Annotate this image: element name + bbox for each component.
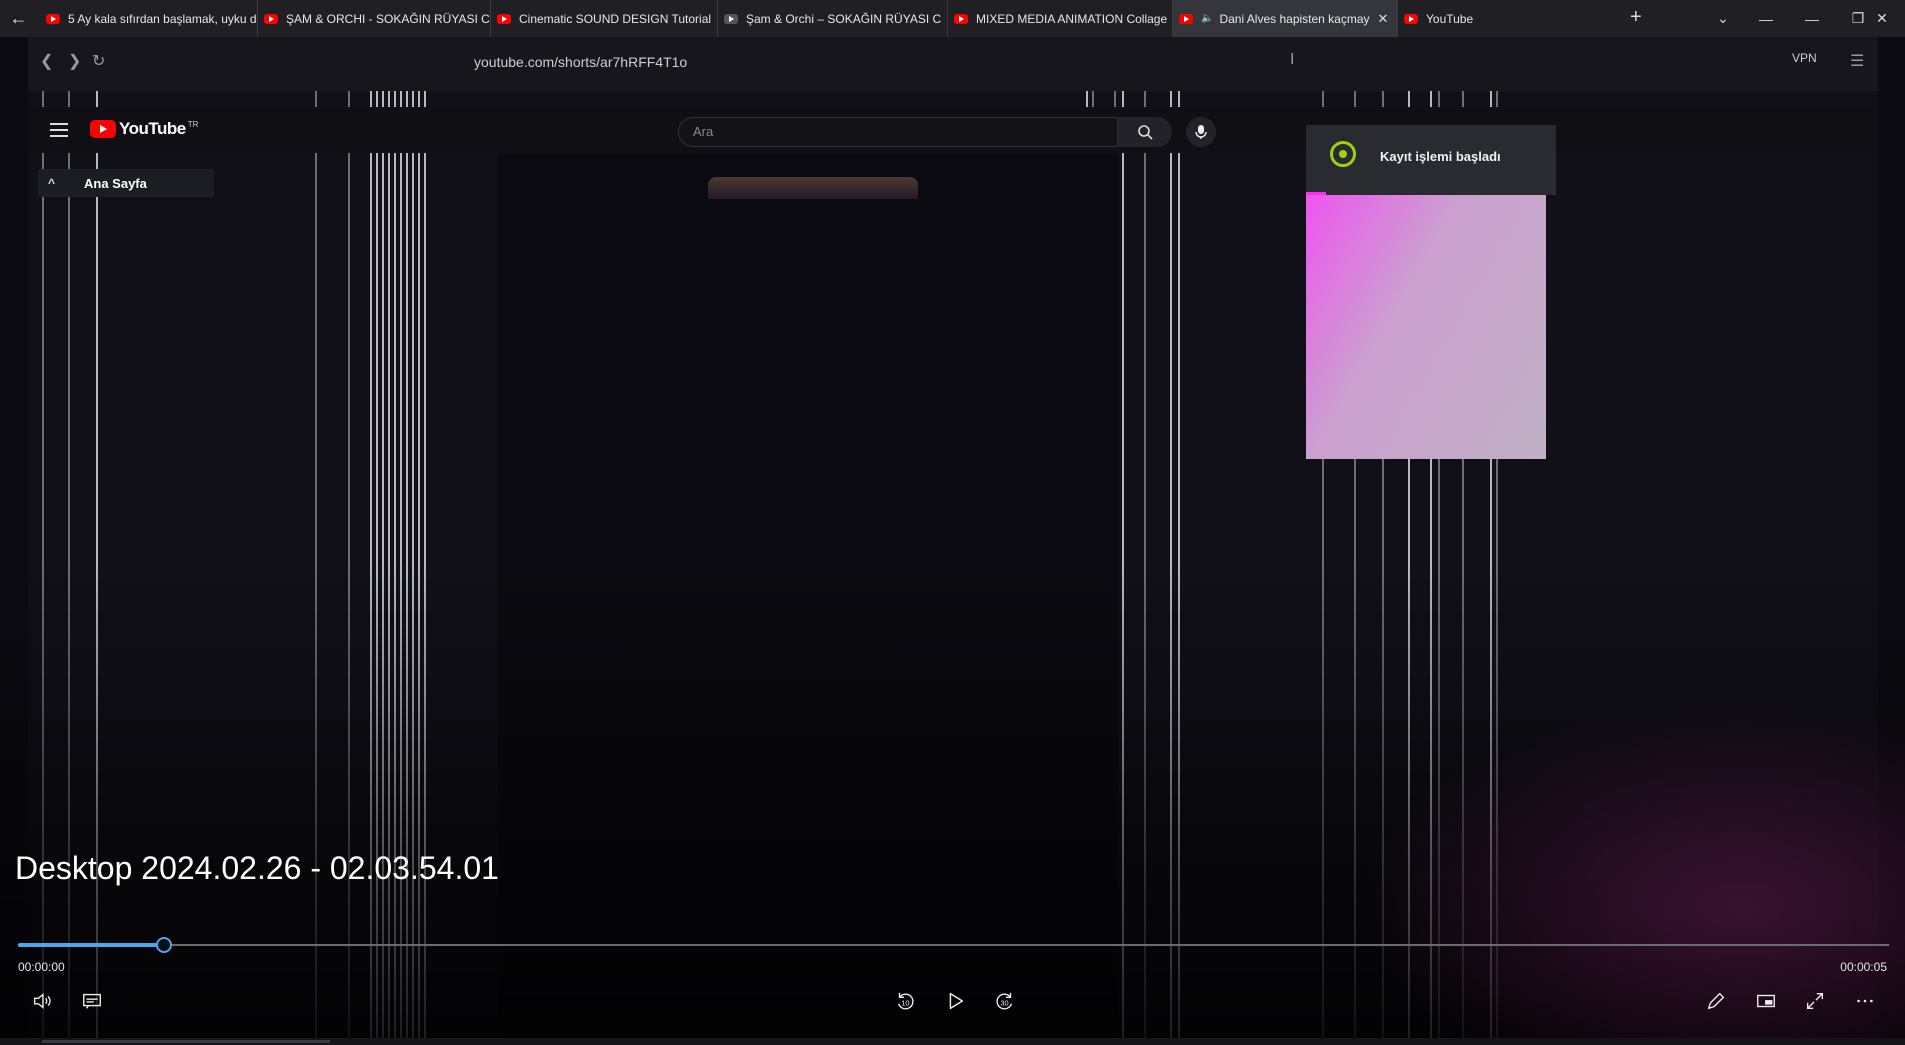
- seek-bar[interactable]: [18, 944, 1889, 946]
- search-input[interactable]: Ara: [678, 117, 1118, 147]
- forward-30-icon: 30: [996, 992, 1013, 1010]
- minimize-icon[interactable]: —: [1743, 0, 1789, 37]
- youtube-logo[interactable]: YouTube TR: [90, 119, 198, 139]
- forward-seconds-label: 30: [1000, 999, 1008, 1008]
- captions-button[interactable]: [76, 988, 108, 1014]
- tab-7[interactable]: YouTube: [1398, 0, 1518, 37]
- fullscreen-icon: [1806, 992, 1824, 1010]
- seek-thumb[interactable]: [156, 937, 172, 953]
- current-time: 00:00:00: [18, 960, 65, 974]
- tab-title: ŞAM & ORCHI - SOKAĞIN RÜYASI C: [286, 11, 490, 26]
- tab-2[interactable]: ŞAM & ORCHI - SOKAĞIN RÜYASI C: [258, 0, 491, 37]
- close-window-icon[interactable]: ✕: [1859, 0, 1905, 37]
- tab-5[interactable]: MIXED MEDIA ANIMATION Collage: [948, 0, 1173, 37]
- captions-icon: [83, 993, 101, 1009]
- youtube-play-icon: [90, 120, 116, 138]
- edit-button[interactable]: [1700, 988, 1732, 1014]
- text-cursor-icon: I: [1290, 51, 1295, 68]
- miniplayer-button[interactable]: [1750, 988, 1782, 1014]
- tab-4[interactable]: Şam & Orchi – SOKAĞIN RÜYASI C: [718, 0, 948, 37]
- more-options-button[interactable]: [1849, 988, 1881, 1014]
- tab-title: 5 Ay kala sıfırdan başlamak, uyku dü: [68, 11, 258, 26]
- tab-1[interactable]: 5 Ay kala sıfırdan başlamak, uyku dü: [40, 0, 258, 37]
- tab-title: Cinematic SOUND DESIGN Tutorial: [519, 11, 712, 26]
- seek-bar-progress: [18, 943, 164, 947]
- search-button[interactable]: [1118, 117, 1172, 147]
- youtube-wordmark: YouTube: [119, 119, 186, 138]
- forward-icon[interactable]: ❯: [68, 51, 81, 71]
- back-arrow-icon[interactable]: ←: [0, 0, 37, 37]
- rewind-seconds-label: 10: [901, 999, 909, 1008]
- more-icon: [1857, 999, 1873, 1003]
- country-code: TR: [187, 119, 199, 129]
- record-icon: [1330, 141, 1356, 167]
- tab-title: Şam & Orchi – SOKAĞIN RÜYASI C: [746, 11, 942, 26]
- pen-icon: [1707, 992, 1725, 1010]
- rewind-10-button[interactable]: 10: [889, 988, 921, 1014]
- youtube-icon: [1179, 13, 1193, 24]
- new-tab-plus-icon[interactable]: +: [1630, 6, 1642, 29]
- speaker-icon: 🔈: [1201, 13, 1214, 24]
- youtube-header: YouTube TR Ara: [28, 107, 1878, 153]
- play-button[interactable]: [939, 988, 971, 1014]
- sidebar-item-label: Ana Sayfa: [84, 175, 147, 191]
- vpn-badge[interactable]: VPN: [1792, 51, 1817, 65]
- tab-title: MIXED MEDIA ANIMATION Collage: [976, 11, 1168, 26]
- tab-title: Dani Alves hapisten kaçmay: [1219, 11, 1370, 26]
- close-icon[interactable]: ✕: [1378, 11, 1389, 27]
- reload-icon[interactable]: ↻: [92, 51, 105, 71]
- voice-search-button[interactable]: [1186, 117, 1216, 147]
- forward-30-button[interactable]: 30: [989, 988, 1021, 1014]
- glitch-block: [1306, 195, 1546, 459]
- browser-toolbar: ❮ ❯ ↻ youtube.com/shorts/ar7hRFF4T1o I V…: [28, 37, 1878, 91]
- recording-notification: Kayıt işlemi başladı: [1306, 125, 1556, 195]
- miniplayer-icon: [1757, 994, 1775, 1008]
- total-time: 00:00:05: [1840, 960, 1887, 974]
- chevron-up-icon: ^: [48, 176, 56, 190]
- youtube-icon: [264, 13, 278, 24]
- youtube-icon: [1404, 13, 1418, 24]
- microphone-icon: [1195, 125, 1207, 139]
- generic-icon: [724, 13, 738, 24]
- youtube-icon: [954, 13, 968, 24]
- chevron-down-icon[interactable]: ⌄: [1700, 0, 1746, 37]
- minimize-icon[interactable]: —: [1789, 0, 1835, 37]
- play-icon: [949, 992, 964, 1010]
- rewind-10-icon: 10: [897, 992, 914, 1010]
- media-file-title: Desktop 2024.02.26 - 02.03.54.01: [15, 850, 499, 886]
- back-icon[interactable]: ❮: [40, 51, 53, 71]
- window-tab-bar: ← 5 Ay kala sıfırdan başlamak, uyku dü Ş…: [0, 0, 1905, 37]
- youtube-icon: [497, 13, 511, 24]
- recording-status-text: Kayıt işlemi başladı: [1380, 149, 1501, 164]
- video-thumbnail-edge: [708, 177, 918, 199]
- scrollbar-thumb[interactable]: [42, 1040, 330, 1043]
- bottom-scrollbar[interactable]: [0, 1038, 1905, 1045]
- volume-icon: [33, 993, 51, 1009]
- address-bar[interactable]: youtube.com/shorts/ar7hRFF4T1o: [436, 47, 1316, 77]
- url-text: youtube.com/shorts/ar7hRFF4T1o: [474, 54, 688, 70]
- search-placeholder: Ara: [693, 124, 714, 139]
- menu-icon[interactable]: ☰: [1850, 51, 1864, 71]
- search-icon: [1138, 125, 1153, 140]
- fullscreen-button[interactable]: [1799, 988, 1831, 1014]
- tab-6-active[interactable]: 🔈 Dani Alves hapisten kaçmay ✕: [1173, 0, 1398, 37]
- hamburger-menu-icon[interactable]: [50, 123, 68, 137]
- tab-strip: 5 Ay kala sıfırdan başlamak, uyku dü ŞAM…: [40, 0, 1518, 37]
- youtube-icon: [46, 13, 60, 24]
- volume-button[interactable]: [26, 988, 58, 1014]
- tab-title: YouTube: [1426, 11, 1474, 26]
- tab-3[interactable]: Cinematic SOUND DESIGN Tutorial: [491, 0, 718, 37]
- sidebar-item-home[interactable]: ^ Ana Sayfa: [38, 169, 214, 197]
